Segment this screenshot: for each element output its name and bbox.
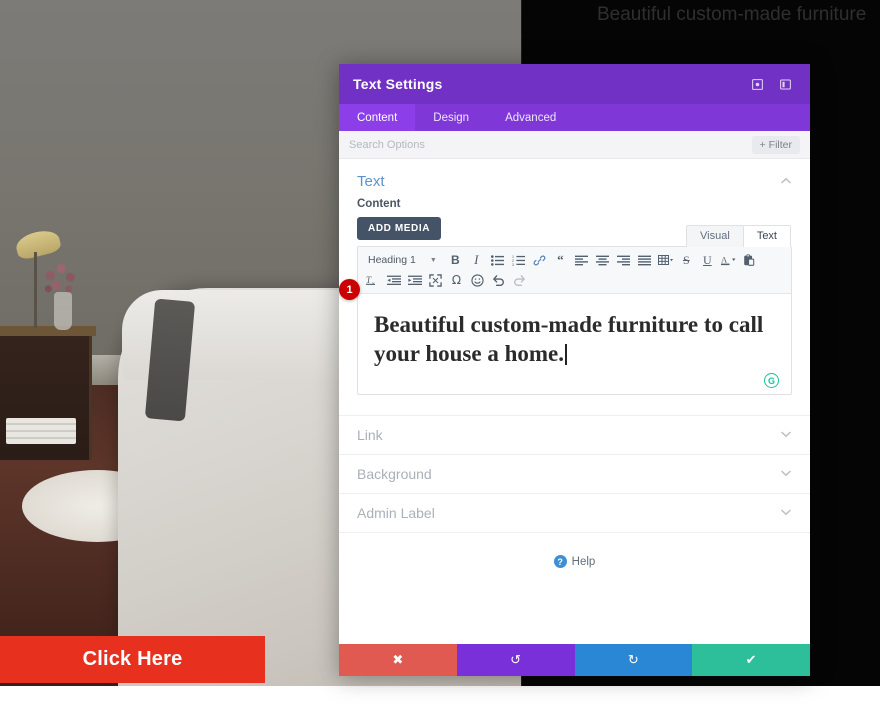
content-label: Content <box>357 198 401 210</box>
tab-visual[interactable]: Visual <box>686 225 744 247</box>
search-input[interactable] <box>349 138 752 151</box>
editor-mode-tabs: Visual Text <box>686 225 791 247</box>
link-icon[interactable] <box>529 250 550 270</box>
align-right-icon[interactable] <box>613 250 634 270</box>
undo-icon[interactable] <box>488 270 509 290</box>
help-row[interactable]: ? Help <box>339 532 810 568</box>
section-text-title: Text <box>357 173 385 190</box>
save-button[interactable]: ✔ <box>692 644 810 676</box>
tab-advanced-label: Advanced <box>505 111 557 124</box>
photo-nightstand-top <box>0 326 96 336</box>
bold-icon[interactable]: B <box>445 250 466 270</box>
underline-icon[interactable]: U <box>697 250 718 270</box>
tab-content-label: Content <box>357 111 398 124</box>
photo-books <box>6 418 76 444</box>
section-link[interactable]: Link <box>339 415 810 454</box>
search-bar: + Filter <box>339 131 810 159</box>
clear-formatting-icon[interactable]: T x <box>362 270 383 290</box>
section-background[interactable]: Background <box>339 454 810 493</box>
numbered-list-icon[interactable]: 1 2 3 <box>508 250 529 270</box>
content-field-wrapper: Content ADD MEDIA Visual Text Heading 1 <box>339 198 810 415</box>
svg-text:x: x <box>372 281 375 286</box>
format-select[interactable]: Heading 1 ▼ <box>362 254 441 266</box>
photo-flowers <box>40 258 86 302</box>
paste-icon[interactable] <box>739 250 760 270</box>
text-color-icon[interactable]: A <box>718 250 739 270</box>
tab-design-label: Design <box>433 111 470 124</box>
align-center-icon[interactable] <box>592 250 613 270</box>
tab-text[interactable]: Text <box>742 225 791 247</box>
plus-icon: + <box>759 138 766 151</box>
help-label: Help <box>571 555 596 568</box>
tab-text-label: Text <box>756 230 777 242</box>
fullscreen-icon[interactable] <box>425 270 446 290</box>
modal-body: Text Content ADD MEDIA Visual Text Headi… <box>339 159 810 644</box>
click-here-button[interactable]: Click Here <box>0 636 265 683</box>
toolbar-row-2: T x Ω <box>362 270 787 290</box>
close-icon: ✖ <box>392 652 404 667</box>
align-justify-icon[interactable] <box>634 250 655 270</box>
indent-icon[interactable] <box>404 270 425 290</box>
editor-toolbar: Heading 1 ▼ B I 1 2 3 “ S U A T x Ω <box>358 247 791 294</box>
section-admin-label-title: Admin Label <box>357 505 435 521</box>
editor-text-value: Beautiful custom-made furniture to call … <box>374 312 764 366</box>
svg-text:A: A <box>721 255 728 265</box>
outdent-icon[interactable] <box>383 270 404 290</box>
italic-icon[interactable]: I <box>466 250 487 270</box>
chevron-up-icon[interactable] <box>780 176 792 188</box>
hero-heading: Beautiful custom-made furniture <box>597 4 867 25</box>
modal-tab-bar: Content Design Advanced <box>339 104 810 131</box>
filter-label: Filter <box>768 138 792 151</box>
modal-footer: ✖ ↺ ↻ ✔ <box>339 644 810 676</box>
tab-content[interactable]: Content <box>339 104 416 131</box>
toolbar-row-1: Heading 1 ▼ B I 1 2 3 “ S U A <box>362 250 787 270</box>
help-icon: ? <box>553 555 567 568</box>
redo-icon: ↻ <box>627 652 639 667</box>
modal-title: Text Settings <box>353 76 443 92</box>
section-link-title: Link <box>357 427 383 443</box>
bulleted-list-icon[interactable] <box>487 250 508 270</box>
photo-lamp-stem <box>34 252 37 328</box>
section-text-header[interactable]: Text <box>339 159 810 198</box>
add-media-button[interactable]: ADD MEDIA <box>357 217 442 240</box>
grammarly-icon[interactable]: G <box>764 373 779 388</box>
page-footer-strip <box>0 686 880 709</box>
cancel-button[interactable]: ✖ <box>339 644 457 676</box>
modal-header: Text Settings <box>339 64 810 104</box>
text-cursor <box>565 344 567 365</box>
chevron-down-icon[interactable] <box>780 429 792 441</box>
undo-icon: ↺ <box>510 652 522 667</box>
emoji-icon[interactable] <box>467 270 488 290</box>
tab-visual-label: Visual <box>700 230 730 242</box>
chevron-down-icon[interactable] <box>780 507 792 519</box>
editor-text[interactable]: Beautiful custom-made furniture to call … <box>374 310 775 368</box>
strikethrough-icon[interactable]: S <box>676 250 697 270</box>
tab-advanced[interactable]: Advanced <box>487 104 574 131</box>
redo-button[interactable]: ↻ <box>574 644 693 676</box>
table-icon[interactable] <box>655 250 676 270</box>
undo-button[interactable]: ↺ <box>456 644 575 676</box>
text-settings-modal: Text Settings Content Design Advanced Se… <box>339 64 810 676</box>
redo-icon[interactable] <box>509 270 530 290</box>
cta-label: Click Here <box>82 648 183 670</box>
blockquote-icon[interactable]: “ <box>550 250 571 270</box>
section-admin-label[interactable]: Admin Label <box>339 493 810 532</box>
align-left-icon[interactable] <box>571 250 592 270</box>
svg-text:3: 3 <box>512 263 514 266</box>
format-select-label: Heading 1 <box>368 254 416 266</box>
wysiwyg-editor: Visual Text Heading 1 ▼ B I 1 2 3 “ S U … <box>339 225 792 395</box>
special-character-icon[interactable]: Ω <box>446 270 467 290</box>
step-badge-1: 1 <box>339 279 360 300</box>
filter-button[interactable]: + Filter <box>751 135 800 154</box>
editor-content-area[interactable]: 1 Beautiful custom-made furniture to cal… <box>339 279 791 394</box>
expand-icon[interactable] <box>746 73 768 95</box>
panel-layout-icon[interactable] <box>774 73 796 95</box>
chevron-down-icon[interactable] <box>780 468 792 480</box>
section-background-title: Background <box>357 466 432 482</box>
tab-design[interactable]: Design <box>415 104 487 131</box>
check-icon: ✔ <box>745 652 757 667</box>
chevron-down-icon: ▼ <box>429 256 437 264</box>
